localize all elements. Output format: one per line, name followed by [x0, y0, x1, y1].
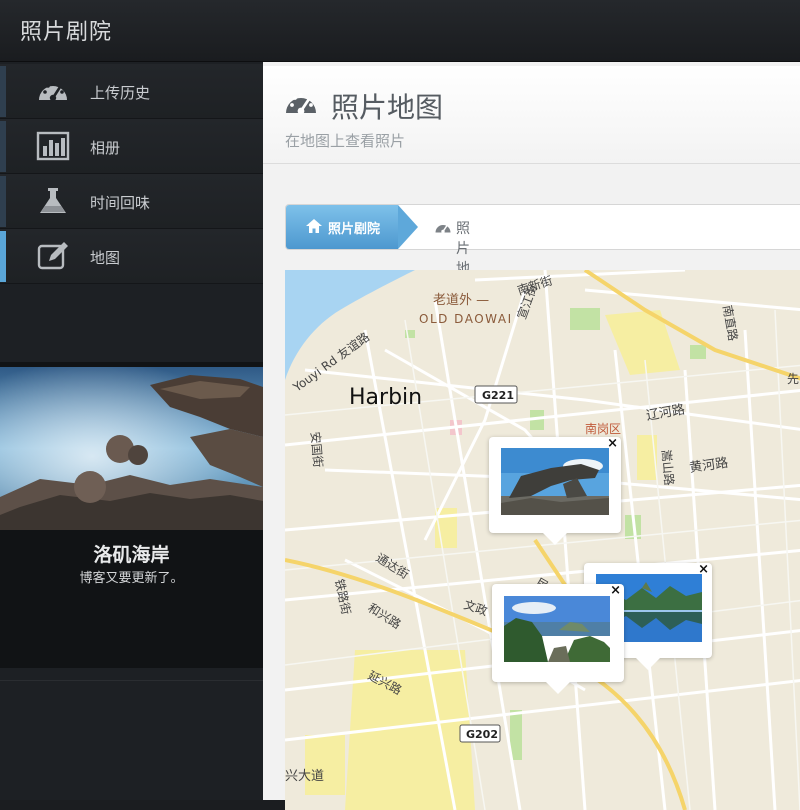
photo-marker-popup[interactable]: × [489, 437, 621, 545]
photo-map[interactable]: 老道外 — OLD DAOWAI 南新街 Youyi Rd 友谊路 Harbin… [285, 270, 800, 810]
map-label-highway: G202 [466, 728, 498, 741]
sidebar: 上传历史 相册 时间回味 地图 洛矶海岸 博客又要更新了。 [0, 62, 263, 800]
featured-subtitle: 博客又要更新了。 [79, 571, 184, 586]
popup-pointer [543, 533, 567, 545]
map-label: 南岗区 [585, 421, 621, 436]
photo-marker-popup[interactable]: × [492, 584, 624, 694]
map-label: 老道外 — [433, 293, 489, 308]
popup-pointer [546, 682, 570, 694]
sidebar-item-map[interactable]: 地图 [0, 229, 263, 284]
breadcrumb-home-label: 照片剧院 [328, 222, 381, 237]
breadcrumb-arrow [398, 205, 418, 249]
flask-icon [40, 188, 66, 213]
map-label-highway: G221 [482, 389, 514, 402]
dashboard-icon [435, 225, 451, 234]
page-header: 照片地图 在地图上查看照片 [263, 66, 800, 164]
dashboard-icon [39, 82, 67, 102]
app-brand[interactable]: 照片剧院 [20, 14, 112, 46]
divider [0, 680, 263, 681]
home-icon [306, 219, 322, 233]
sidebar-item-label: 上传历史 [90, 84, 151, 102]
dashboard-icon [286, 93, 316, 115]
sidebar-item-label: 地图 [90, 249, 121, 267]
map-label: 嵩山路 [659, 449, 677, 486]
coast-photo[interactable] [504, 596, 610, 662]
sidebar-item-label: 时间回味 [90, 194, 151, 212]
sidebar-item-time-memories[interactable]: 时间回味 [0, 174, 263, 229]
map-label: 兴大道 [285, 769, 324, 784]
page-subtitle: 在地图上查看照片 [285, 132, 406, 150]
rock-arch-photo[interactable] [501, 448, 609, 515]
featured-coast-image[interactable] [0, 367, 263, 530]
sidebar-item-upload-history[interactable]: 上传历史 [0, 64, 263, 119]
close-icon[interactable]: × [610, 584, 621, 597]
sidebar-item-albums[interactable]: 相册 [0, 119, 263, 174]
top-navbar: 照片剧院 [0, 0, 800, 62]
map-label: 安国街 [308, 431, 326, 468]
sidebar-item-edge [0, 66, 6, 117]
map-label-city: Harbin [349, 385, 422, 410]
sidebar-item-label: 相册 [90, 139, 121, 157]
bar-chart-icon [36, 131, 70, 161]
edit-icon [37, 242, 68, 270]
breadcrumb-home[interactable]: 照片剧院 [286, 205, 398, 249]
sidebar-item-edge [0, 176, 6, 227]
main-content: 照片地图 在地图上查看照片 照片剧院 照片地图 [263, 62, 800, 810]
map-label: OLD DAOWAI [419, 312, 513, 326]
map-label: 先 [787, 372, 799, 386]
breadcrumb: 照片剧院 照片地图 [285, 204, 800, 297]
featured-title[interactable]: 洛矶海岸 [0, 540, 263, 567]
sidebar-item-edge [0, 121, 6, 172]
page-title: 照片地图 [331, 91, 444, 124]
sidebar-item-edge [0, 231, 6, 282]
featured-post[interactable]: 洛矶海岸 博客又要更新了。 [0, 362, 263, 668]
popup-pointer [636, 658, 660, 670]
